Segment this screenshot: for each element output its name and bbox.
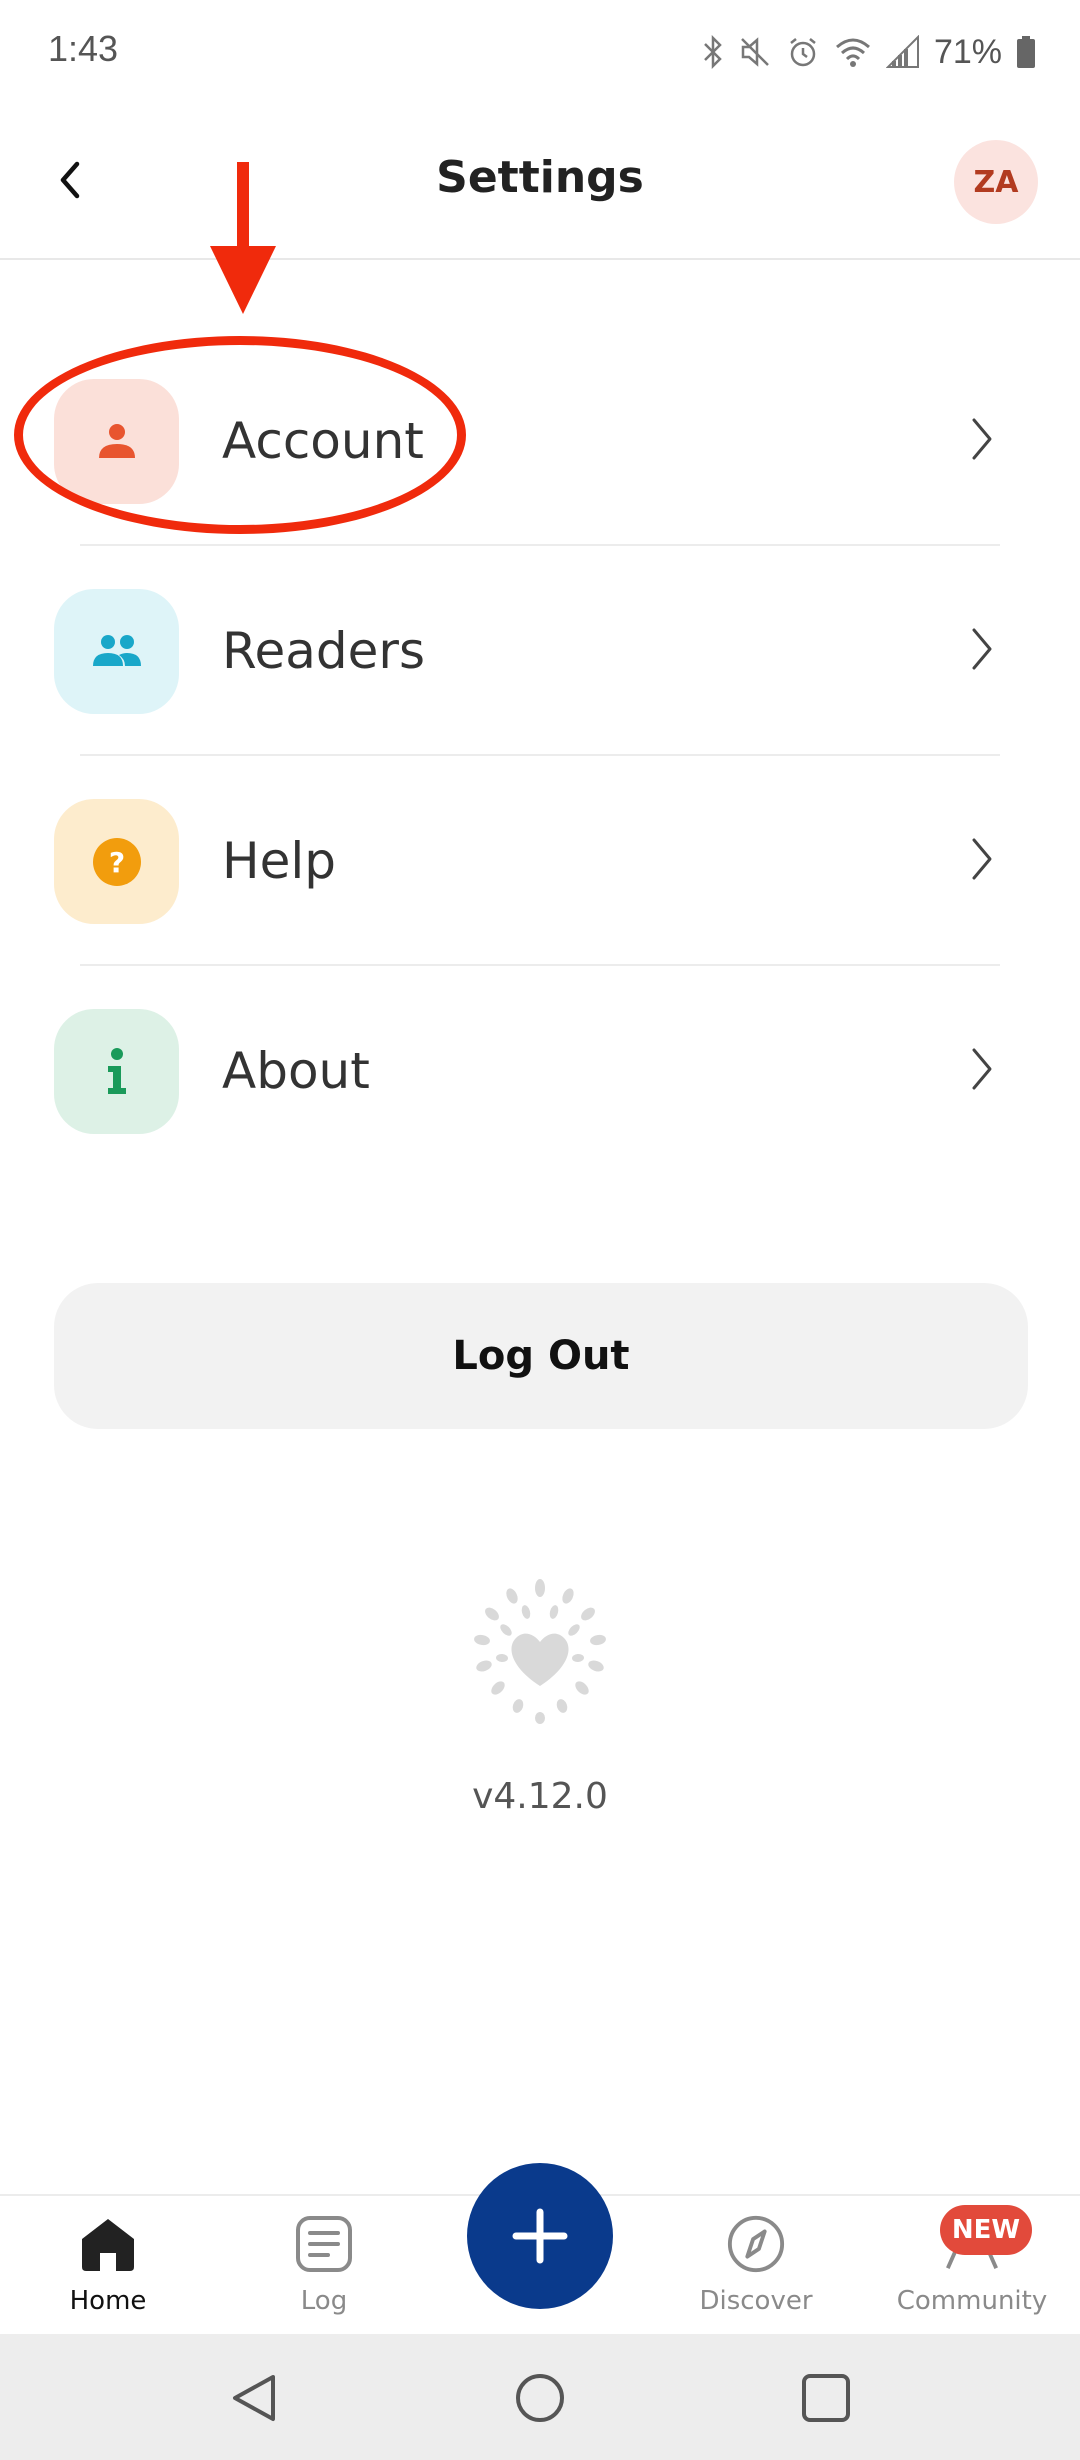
people-icon bbox=[92, 634, 141, 666]
brand-logo-icon bbox=[474, 1579, 606, 1724]
help-icon-box: ? bbox=[54, 799, 179, 924]
log-icon bbox=[294, 2214, 354, 2274]
annotation-arrow-icon bbox=[210, 162, 276, 314]
settings-item-about[interactable]: About bbox=[0, 966, 1080, 1176]
nav-label: Community bbox=[896, 2286, 1048, 2316]
nav-label: Discover bbox=[699, 2286, 813, 2316]
readers-icon-box bbox=[54, 589, 179, 714]
chevron-right-icon bbox=[972, 838, 992, 880]
nav-label: Home bbox=[69, 2286, 147, 2316]
battery-icon bbox=[1017, 36, 1035, 68]
about-icon-box bbox=[54, 1009, 179, 1134]
page-title: Settings bbox=[436, 152, 644, 203]
system-back-button[interactable] bbox=[222, 2366, 286, 2430]
battery-percentage: 71% bbox=[933, 32, 1002, 71]
chevron-right-icon bbox=[972, 1048, 992, 1090]
signal-icon bbox=[885, 35, 919, 68]
settings-item-help[interactable]: ? Help bbox=[0, 756, 1080, 966]
wifi-icon bbox=[835, 38, 870, 67]
status-bar: 1:43 71% bbox=[0, 0, 1080, 100]
annotation-highlight-oval bbox=[14, 336, 466, 534]
question-icon: ? bbox=[92, 837, 141, 886]
version-label: v4.12.0 bbox=[472, 1776, 608, 1817]
new-badge: NEW bbox=[940, 2205, 1032, 2255]
chevron-right-icon bbox=[972, 418, 992, 460]
alarm-icon bbox=[790, 38, 816, 67]
logout-button[interactable]: Log Out bbox=[54, 1283, 1028, 1429]
status-time: 1:43 bbox=[48, 28, 119, 69]
system-recents-button[interactable] bbox=[794, 2366, 858, 2430]
info-icon bbox=[107, 1047, 126, 1094]
add-button[interactable] bbox=[467, 2163, 613, 2309]
home-icon bbox=[78, 2214, 138, 2274]
square-recents-icon bbox=[802, 2374, 850, 2422]
nav-discover[interactable]: Discover bbox=[656, 2196, 856, 2336]
circle-home-icon bbox=[516, 2374, 564, 2422]
mute-icon bbox=[741, 37, 769, 67]
svg-text:?: ? bbox=[108, 846, 124, 879]
app-header: Settings ZA bbox=[0, 100, 1080, 260]
chevron-right-icon bbox=[972, 628, 992, 670]
avatar[interactable]: ZA bbox=[954, 140, 1038, 224]
status-icons: 71% bbox=[702, 30, 1036, 74]
triangle-back-icon bbox=[233, 2375, 275, 2421]
nav-home[interactable]: Home bbox=[8, 2196, 208, 2336]
compass-icon bbox=[726, 2214, 786, 2274]
settings-item-label: Readers bbox=[222, 622, 426, 680]
system-nav-bar bbox=[0, 2334, 1080, 2460]
system-home-button[interactable] bbox=[508, 2366, 572, 2430]
settings-item-readers[interactable]: Readers bbox=[0, 546, 1080, 756]
nav-label: Log bbox=[300, 2286, 348, 2316]
bluetooth-icon bbox=[704, 35, 722, 69]
settings-item-label: Help bbox=[222, 832, 336, 890]
plus-icon bbox=[512, 2208, 568, 2264]
settings-item-label: About bbox=[222, 1042, 370, 1100]
nav-log[interactable]: Log bbox=[224, 2196, 424, 2336]
